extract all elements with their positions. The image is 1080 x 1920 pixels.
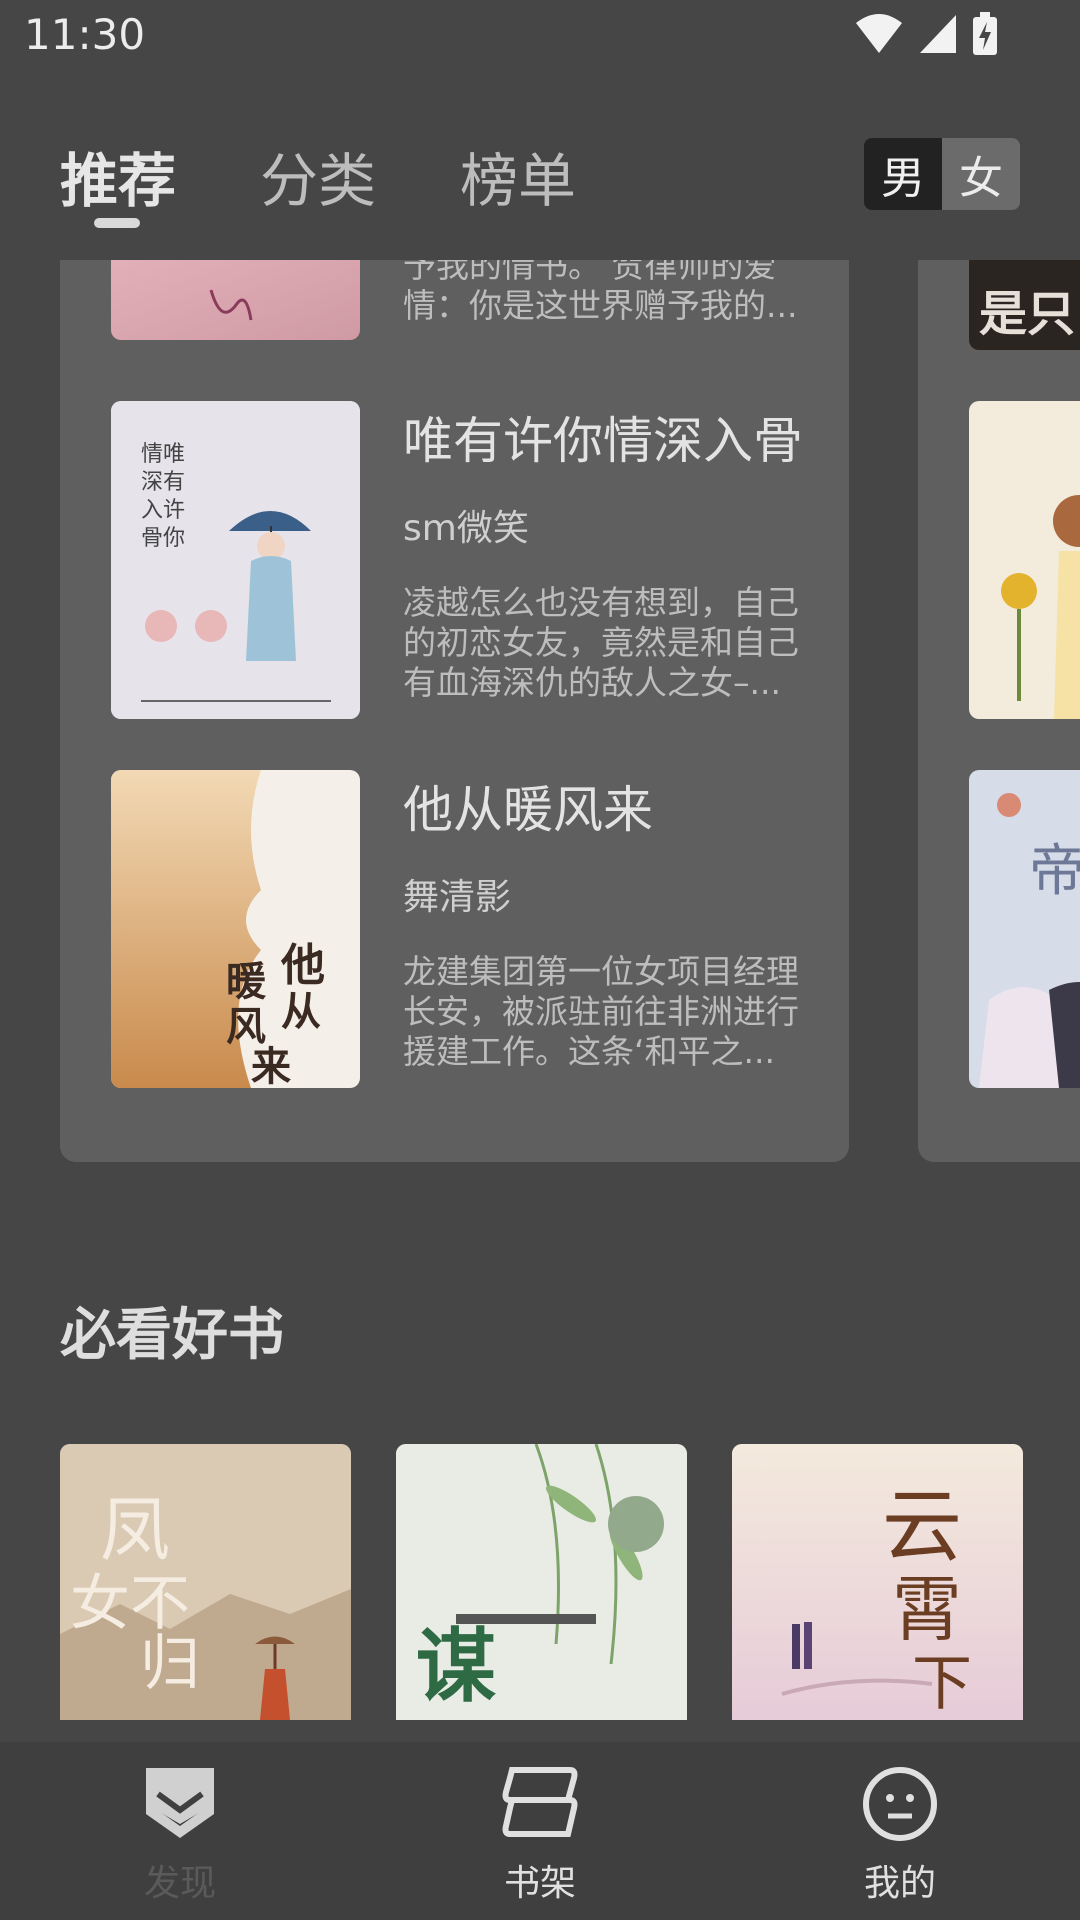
status-icons — [854, 12, 998, 56]
svg-text:谋: 谋 — [416, 1619, 496, 1713]
book-cover-grid[interactable]: 谋 — [396, 1444, 687, 1720]
svg-text:帝: 帝 — [1029, 839, 1080, 904]
top-tabs: 推荐 分类 榜单 — [60, 134, 576, 228]
nav-profile[interactable]: 我的 — [720, 1742, 1080, 1920]
tab-recommend[interactable]: 推荐 — [60, 134, 177, 228]
book-cover: 帝 — [969, 770, 1080, 1088]
gender-toggle: 男 女 — [864, 138, 1020, 210]
nav-discover[interactable]: 发现 — [0, 1742, 360, 1920]
book-desc: 凌越怎么也没有想到，自己的初恋女友，竟然是和自己有血海深仇的敌人之女–... — [403, 583, 799, 702]
cover-art: 他 暖 风 从 来 — [111, 770, 360, 1088]
svg-text:他: 他 — [280, 940, 325, 991]
status-bar: 11:30 — [0, 0, 1080, 72]
book-author: 舞清影 — [403, 877, 512, 918]
svg-text:骨你: 骨你 — [141, 526, 185, 551]
tab-recommend-label: 推荐 — [60, 147, 177, 215]
book-desc: 龙建集团第一位女项目经理长安，被派驻前往非洲进行援建工作。这条‘和平之... — [403, 952, 799, 1071]
book-info: 唯有许你情深入骨 sm微笑 凌越怎么也没有想到，自己的初恋女友，竟然是和自己有血… — [403, 401, 803, 703]
cover-art — [209, 289, 253, 321]
wifi-icon — [856, 14, 902, 53]
tab-indicator — [94, 218, 140, 228]
tab-ranking-label: 榜单 — [460, 147, 577, 215]
profile-icon — [863, 1767, 937, 1841]
tab-ranking[interactable]: 榜单 — [460, 134, 576, 218]
book-cover-grid[interactable]: 凤 女不 归 — [60, 1444, 351, 1720]
svg-text:霄: 霄 — [892, 1569, 962, 1651]
svg-text:深有: 深有 — [141, 470, 185, 495]
book-desc-partial: 予我的情书。 贺律师的爱情：你是这世界赠予我的... — [403, 260, 798, 325]
nav-bookshelf[interactable]: 书架 — [360, 1742, 720, 1920]
svg-text:云: 云 — [882, 1480, 962, 1573]
signal-icon — [920, 15, 956, 53]
svg-text:暖: 暖 — [226, 958, 267, 1005]
nav-profile-label: 我的 — [863, 1863, 936, 1904]
nav-discover-label: 发现 — [143, 1863, 216, 1904]
book-title: 唯有许你情深入骨 — [403, 412, 803, 470]
book-cover — [111, 260, 360, 340]
bottom-nav: 发现 书架 我的 — [0, 1742, 1080, 1920]
gender-male-option[interactable]: 男 — [864, 138, 942, 210]
svg-text:是只: 是只 — [979, 286, 1075, 342]
book-cover: 是只 — [969, 260, 1080, 350]
book-cover — [969, 401, 1080, 719]
svg-text:情唯: 情唯 — [141, 442, 185, 467]
book-cover-grid[interactable]: 云 霄 下 — [732, 1444, 1023, 1720]
svg-text:入许: 入许 — [141, 498, 185, 523]
discover-icon — [146, 1768, 214, 1838]
book-info: 他从暖风来 舞清影 龙建集团第一位女项目经理长安，被派驻前往非洲进行援建工作。这… — [403, 770, 803, 1072]
bookshelf-icon — [502, 1767, 578, 1837]
tab-category[interactable]: 分类 — [260, 134, 376, 218]
gender-female-option[interactable]: 女 — [942, 138, 1020, 210]
nav-bookshelf-label: 书架 — [503, 1863, 576, 1904]
recommend-card-next[interactable]: 是只 帝 — [918, 260, 1080, 1162]
battery-icon — [973, 12, 997, 55]
svg-text:凤: 凤 — [100, 1489, 170, 1571]
cover-art: 情唯 深有 入许 骨你 — [111, 401, 360, 719]
svg-text:从: 从 — [281, 988, 321, 1035]
book-cover: 情唯 深有 入许 骨你 — [111, 401, 360, 719]
book-title: 他从暖风来 — [403, 781, 653, 839]
section-title: 必看好书 — [60, 1303, 284, 1368]
status-time: 11:30 — [24, 10, 146, 59]
svg-text:归: 归 — [140, 1629, 200, 1699]
svg-text:来: 来 — [251, 1043, 291, 1088]
book-cover: 他 暖 风 从 来 — [111, 770, 360, 1088]
book-author: sm微笑 — [403, 508, 529, 549]
recommend-card: 予我的情书。 贺律师的爱情：你是这世界赠予我的... 情唯 深有 入许 骨你 唯… — [60, 260, 849, 1162]
tab-category-label: 分类 — [260, 147, 377, 215]
